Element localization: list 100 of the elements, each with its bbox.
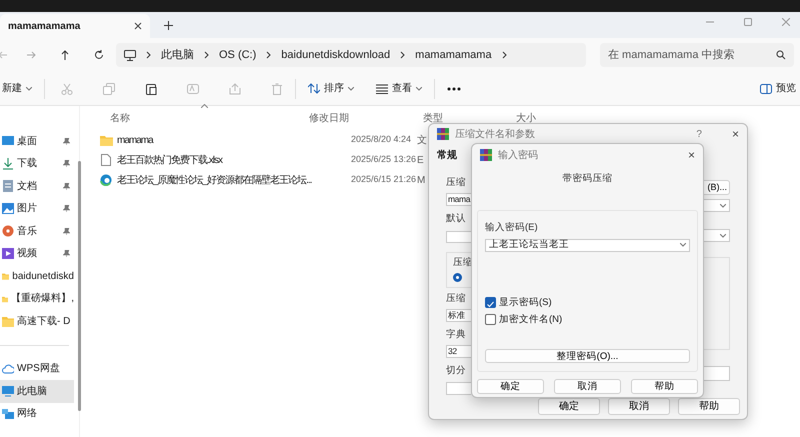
caret-icon: [680, 243, 686, 247]
browser-icon: [100, 174, 113, 186]
more-icon: [447, 86, 461, 90]
organize-button[interactable]: 整理密码(O)...: [485, 349, 690, 364]
archive-icon: [437, 128, 449, 140]
cut-icon: [61, 82, 73, 94]
close-icon: [782, 18, 790, 26]
column-header[interactable]: 大小: [516, 110, 556, 126]
field-label: 默认: [446, 212, 466, 226]
file-name[interactable]: 老王论坛_原魔性论坛_好资源都在隔壁老王论坛...: [117, 172, 312, 188]
caret-icon: [720, 204, 726, 208]
field-label: 输入密码(E): [485, 221, 538, 236]
sort-icon: [308, 83, 320, 94]
date-cell-text: 2025/8/20 4:24: [351, 133, 412, 146]
picture-icon: [2, 202, 14, 215]
chevron-icon: [266, 51, 272, 59]
date-cell-text: 2025/6/25 13:26: [351, 153, 417, 166]
paste-icon: [145, 82, 157, 94]
sidebar-item[interactable]: 此电脑: [0, 380, 74, 402]
folder-icon: [100, 134, 113, 146]
column-header[interactable]: 修改日期: [309, 110, 423, 126]
field-label: 字典: [446, 328, 466, 342]
sidebar-item[interactable]: 视频: [0, 242, 74, 265]
rename-icon: [187, 82, 199, 94]
computer-icon: [124, 50, 136, 60]
field-label: 压缩: [446, 292, 466, 306]
dialog-button[interactable]: 确定: [538, 398, 600, 415]
back-icon[interactable]: [0, 50, 8, 60]
dialog-heading: 带密码压缩: [562, 172, 614, 186]
view-icon: [376, 84, 388, 94]
chevron-icon: [204, 51, 209, 59]
input-field[interactable]: mama: [446, 193, 471, 206]
password-field[interactable]: 上老王论坛当老王: [485, 238, 690, 252]
sidebar-item[interactable]: 图片: [0, 198, 74, 220]
forward-icon[interactable]: [26, 50, 36, 60]
search-field[interactable]: 在 mamamamama 中搜索: [600, 43, 794, 67]
sidebar-item[interactable]: 下载: [0, 152, 74, 175]
field-label: 切分: [446, 364, 466, 378]
sort-caret-icon: [201, 104, 208, 108]
input-field[interactable]: [446, 382, 471, 395]
dialog-button[interactable]: 帮助: [678, 398, 740, 415]
check-icon: [486, 300, 495, 310]
sidebar-item[interactable]: 音乐: [0, 220, 74, 242]
archive-icon: [480, 149, 492, 161]
new-button[interactable]: 新建: [0, 81, 36, 96]
column-header[interactable]: 名称: [98, 110, 309, 126]
sidebar-item[interactable]: baidunetdiskd: [0, 265, 74, 288]
dialog-button[interactable]: 确定: [477, 379, 544, 394]
caret-icon: [348, 86, 354, 90]
radio-button[interactable]: [453, 273, 462, 282]
column-header[interactable]: 类型: [423, 110, 516, 126]
dropdown-field[interactable]: [446, 230, 471, 244]
music-icon: [2, 225, 14, 238]
cloud-icon: [2, 362, 14, 375]
breadcrumb-item[interactable]: baidunetdiskdownload: [281, 46, 390, 64]
caret-icon: [26, 86, 32, 90]
close-button[interactable]: ×: [732, 128, 739, 140]
tab[interactable]: mamamamama: [0, 14, 150, 38]
sidebar-item[interactable]: 桌面: [0, 130, 74, 152]
window-title: 输入密码: [498, 148, 538, 162]
folder-icon: [2, 315, 14, 328]
dialog-button[interactable]: 取消: [554, 379, 621, 394]
network-icon: [2, 408, 14, 420]
sidebar-item[interactable]: 高速下载- D: [0, 310, 74, 332]
chevron-icon: [146, 51, 151, 59]
sidebar-item[interactable]: 网络: [0, 402, 74, 425]
file-name[interactable]: 老王百款热门免费下载.xlsx: [117, 152, 222, 168]
date-cell-text: 2025/6/15 21:26: [351, 173, 417, 186]
dialog-button[interactable]: 帮助: [631, 379, 698, 394]
chevron-icon: [400, 51, 406, 59]
file-name[interactable]: mamama: [117, 132, 153, 148]
dropdown-field[interactable]: 标准: [446, 308, 471, 322]
sort-button[interactable]: 排序: [304, 81, 358, 96]
up-icon[interactable]: [60, 50, 70, 60]
share-icon: [229, 82, 241, 94]
help-button[interactable]: ?: [696, 126, 702, 142]
refresh-icon[interactable]: [94, 50, 104, 60]
document-icon: [2, 180, 14, 192]
sidebar-item[interactable]: 文档: [0, 175, 74, 198]
tab[interactable]: 常规: [437, 148, 457, 163]
breadcrumb-item[interactable]: 此电脑: [161, 46, 194, 64]
close-icon: [134, 22, 142, 30]
checkbox[interactable]: 显示密码(S): [485, 296, 690, 310]
preview-button[interactable]: 预览: [756, 81, 800, 96]
sidebar-item[interactable]: 【重磅爆料】,: [0, 288, 74, 310]
breadcrumb-item[interactable]: mamamamama: [415, 46, 492, 64]
checkbox[interactable]: 加密文件名(N): [485, 312, 690, 327]
breadcrumb-item[interactable]: OS (C:): [219, 46, 256, 64]
view-button[interactable]: 查看: [372, 81, 426, 96]
sidebar-item[interactable]: WPS网盘: [0, 358, 74, 380]
computer-icon: [2, 385, 14, 398]
close-button[interactable]: ×: [688, 149, 695, 161]
scrollbar[interactable]: [78, 161, 81, 411]
dialog-button[interactable]: 取消: [608, 398, 670, 415]
desktop-icon: [2, 135, 14, 148]
caret-icon: [416, 86, 422, 90]
type-cell-text: E: [417, 154, 425, 168]
search-icon: [776, 50, 786, 60]
chevron-icon: [502, 51, 507, 59]
dropdown-field[interactable]: 32: [446, 345, 471, 358]
